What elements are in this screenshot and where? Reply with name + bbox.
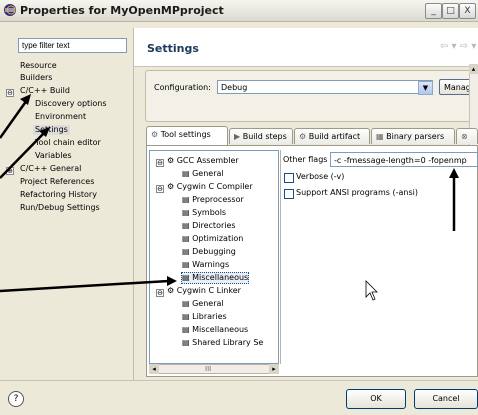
collapse-icon[interactable]: ⊖ xyxy=(156,159,164,167)
title-bar: Properties for MyOpenMPproject _ □ X xyxy=(0,0,478,22)
tab-error-parsers[interactable]: ⊗ xyxy=(456,128,478,144)
tab-binary-parsers[interactable]: ▦ Binary parsers xyxy=(371,128,455,144)
tool-tree-item[interactable]: ▤ Optimization xyxy=(182,234,243,244)
page-icon: ▤ xyxy=(182,312,190,321)
tool-icon: ⚙ xyxy=(167,156,175,165)
build-artifact-icon: ⚙ xyxy=(299,132,307,141)
page-icon: ▤ xyxy=(182,273,190,282)
tool-tree-item[interactable]: ▤ Preprocessor xyxy=(182,195,244,205)
tree-item-settings[interactable]: Settings xyxy=(33,125,70,135)
dropdown-arrow-icon[interactable]: ▼ xyxy=(418,81,433,95)
collapse-icon[interactable]: ⊖ xyxy=(156,289,164,297)
footer-divider xyxy=(0,380,478,381)
tool-tree-item[interactable]: ⚙ Cygwin C Linker xyxy=(167,286,241,296)
page-icon: ▤ xyxy=(182,338,190,347)
window-title: Properties for MyOpenMPproject xyxy=(20,4,224,17)
tree-item-variables[interactable]: Variables xyxy=(35,151,72,161)
cancel-button[interactable]: Cancel xyxy=(414,389,478,409)
tool-tree-item[interactable]: ▤ Miscellaneous xyxy=(182,325,248,335)
tree-item-resource[interactable]: Resource xyxy=(20,61,57,71)
page-icon: ▤ xyxy=(182,325,190,334)
tool-icon: ⚙ xyxy=(167,286,175,295)
eclipse-icon xyxy=(3,3,17,17)
filter-input[interactable] xyxy=(18,38,127,53)
properties-tree: Resource Builders ⊖ C/C++ Build Discover… xyxy=(6,55,127,365)
scroll-left-icon[interactable]: ◂ xyxy=(149,364,159,374)
tab-label: Binary parsers xyxy=(386,132,445,141)
tool-tree-item-selected[interactable]: ▤ Miscellaneous xyxy=(181,272,250,284)
tree-item-cpp-general[interactable]: C/C++ General xyxy=(20,164,81,174)
page-title: Settings xyxy=(147,42,199,55)
configuration-group xyxy=(145,70,478,122)
scroll-right-icon[interactable]: ▸ xyxy=(269,364,279,374)
tool-settings-icon: ⚙ xyxy=(151,130,159,139)
sash-divider[interactable] xyxy=(133,28,134,380)
scroll-up-icon[interactable]: ▴ xyxy=(469,64,478,74)
minimize-button[interactable]: _ xyxy=(425,3,442,19)
tool-tree-item[interactable]: ▤ Libraries xyxy=(182,312,227,322)
history-nav-icon[interactable]: ⇦ ▾ ⇨ ▾ xyxy=(440,41,476,52)
tree-item-environment[interactable]: Environment xyxy=(35,112,86,122)
collapse-icon[interactable]: ⊖ xyxy=(156,185,164,193)
tree-horizontal-scrollbar[interactable] xyxy=(149,364,279,374)
page-icon: ▤ xyxy=(182,234,190,243)
tool-tree-item[interactable]: ▤ Directories xyxy=(182,221,236,231)
tree-item-cpp-build[interactable]: C/C++ Build xyxy=(20,86,70,96)
tool-icon: ⚙ xyxy=(167,182,175,191)
page-icon: ▤ xyxy=(182,169,190,178)
tab-label: Build steps xyxy=(242,132,287,141)
binary-parsers-icon: ▦ xyxy=(376,132,384,141)
page-icon: ▤ xyxy=(182,221,190,230)
help-icon[interactable]: ? xyxy=(8,391,24,407)
page-icon: ▤ xyxy=(182,208,190,217)
properties-dialog: Properties for MyOpenMPproject _ □ X Res… xyxy=(0,0,478,415)
close-button[interactable]: X xyxy=(459,3,476,19)
ansi-checkbox[interactable] xyxy=(284,189,294,199)
tab-tool-settings[interactable]: ⚙ Tool settings xyxy=(146,126,228,145)
page-icon: ▤ xyxy=(182,195,190,204)
tool-tree-item[interactable]: ⚙ Cygwin C Compiler xyxy=(167,182,253,192)
build-steps-icon: ▶ xyxy=(234,132,241,141)
tool-tree-item[interactable]: ▤ Debugging xyxy=(182,247,236,257)
tool-settings-tree: ⊖ ⚙ GCC Assembler ▤ General ⊖ ⚙ Cygwin C… xyxy=(149,150,279,364)
tab-build-artifact[interactable]: ⚙ Build artifact xyxy=(294,128,370,144)
error-parsers-icon: ⊗ xyxy=(461,132,468,141)
configuration-select[interactable]: Debug xyxy=(217,80,433,94)
expand-icon[interactable]: ⊕ xyxy=(6,167,14,175)
tool-tree-item[interactable]: ▤ Symbols xyxy=(182,208,226,218)
settings-tabs: ⚙ Tool settings ▶ Build steps ⚙ Build ar… xyxy=(146,126,478,146)
tool-tree-item[interactable]: ⚙ GCC Assembler xyxy=(167,156,239,166)
tab-label: Tool settings xyxy=(160,130,211,139)
tab-build-steps[interactable]: ▶ Build steps xyxy=(229,128,293,144)
tab-label: Build artifact xyxy=(308,132,361,141)
tree-item-tool-chain-editor[interactable]: Tool chain editor xyxy=(35,138,101,148)
verbose-checkbox[interactable] xyxy=(284,173,294,183)
options-sash[interactable] xyxy=(280,150,281,364)
page-icon: ▤ xyxy=(182,247,190,256)
collapse-icon[interactable]: ⊖ xyxy=(6,89,14,97)
tool-tree-item[interactable]: ▤ Warnings xyxy=(182,260,229,270)
tool-tree-item[interactable]: ▤ General xyxy=(182,169,224,179)
ok-button[interactable]: OK xyxy=(346,389,406,409)
tree-item-discovery-options[interactable]: Discovery options xyxy=(35,99,107,109)
page-icon: ▤ xyxy=(182,299,190,308)
tree-item-project-references[interactable]: Project References xyxy=(20,177,94,187)
tree-item-run-debug-settings[interactable]: Run/Debug Settings xyxy=(20,203,100,213)
page-icon: ▤ xyxy=(182,260,190,269)
scroll-thumb-grip[interactable]: III xyxy=(205,364,211,374)
configuration-label: Configuration: xyxy=(154,83,211,92)
other-flags-input[interactable]: -c -fmessage-length=0 -fopenmp xyxy=(330,152,478,167)
other-flags-label: Other flags xyxy=(283,155,328,164)
maximize-button[interactable]: □ xyxy=(442,3,459,19)
verbose-label: Verbose (-v) xyxy=(296,172,345,181)
tool-tree-item[interactable]: ▤ Shared Library Se xyxy=(182,338,263,348)
tool-tree-item[interactable]: ▤ General xyxy=(182,299,224,309)
tree-item-refactoring-history[interactable]: Refactoring History xyxy=(20,190,97,200)
tree-item-builders[interactable]: Builders xyxy=(20,73,52,83)
ansi-label: Support ANSI programs (-ansi) xyxy=(296,188,418,197)
